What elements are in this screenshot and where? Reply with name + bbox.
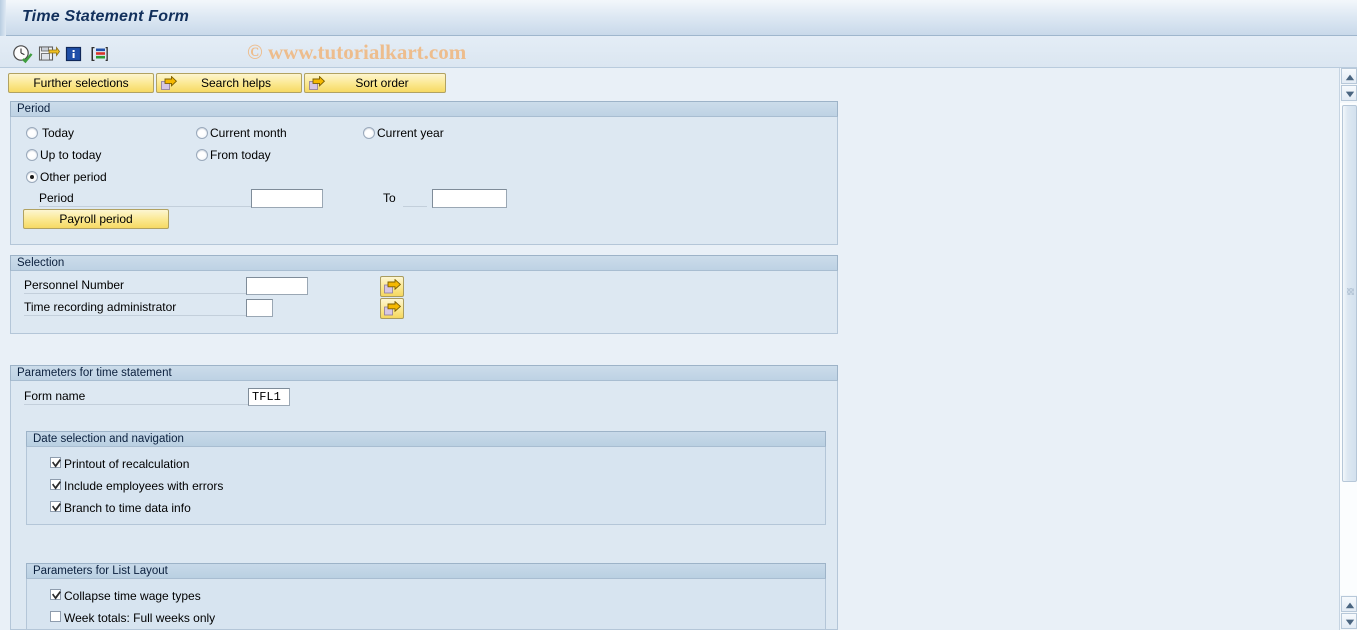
sort-order-label: Sort order — [355, 76, 409, 90]
checkbox-include-employees-with-errors[interactable] — [50, 479, 61, 490]
window-titlebar: Time Statement Form — [0, 0, 1357, 36]
period-from-input[interactable] — [251, 189, 323, 208]
checkbox-week-totals-full-weeks-only[interactable] — [50, 611, 61, 622]
checkbox-collapse-time-wage-types[interactable] — [50, 589, 61, 600]
scroll-down-bottom-button[interactable] — [1341, 613, 1357, 629]
vertical-scrollbar[interactable] — [1339, 68, 1357, 630]
period-field-label: Period — [39, 191, 251, 207]
period-to-input[interactable] — [432, 189, 507, 208]
checkbox-include-employees-with-errors-label: Include employees with errors — [64, 479, 224, 493]
scrollbar-grip-icon — [1347, 288, 1354, 295]
form-name-label: Form name — [24, 389, 256, 405]
titlebar-left-edge — [0, 0, 6, 36]
date-selection-navigation-group: Date selection and navigation Printout o… — [26, 431, 826, 525]
checkbox-printout-of-recalculation-label: Printout of recalculation — [64, 457, 190, 471]
radio-today[interactable] — [26, 127, 38, 139]
time-statement-parameters-group: Parameters for time statement Form name … — [10, 365, 838, 630]
personnel-number-multi-select-button[interactable] — [380, 276, 404, 297]
payroll-period-button[interactable]: Payroll period — [23, 209, 169, 229]
radio-up-to-today-label: Up to today — [40, 148, 102, 162]
to-field-label: To — [383, 191, 396, 205]
radio-from-today-label: From today — [210, 148, 271, 162]
checkbox-branch-to-time-data-info[interactable] — [50, 501, 61, 512]
time-statement-parameters-header: Parameters for time statement — [10, 365, 838, 381]
date-selection-navigation-header: Date selection and navigation — [26, 431, 826, 447]
vertical-scrollbar-thumb[interactable] — [1342, 105, 1357, 482]
payroll-period-label: Payroll period — [59, 212, 133, 226]
sap-gui-window: Time Statement Form © www.tutorialkart.c… — [0, 0, 1357, 630]
vertical-scrollbar-track[interactable] — [1340, 103, 1357, 595]
radio-other-period[interactable] — [26, 171, 38, 183]
radio-from-today[interactable] — [196, 149, 208, 161]
time-recording-administrator-multi-select-button[interactable] — [380, 298, 404, 319]
personnel-number-label: Personnel Number — [24, 278, 256, 294]
checkbox-collapse-time-wage-types-label: Collapse time wage types — [64, 589, 201, 603]
info-icon[interactable] — [64, 44, 86, 64]
application-toolbar — [0, 36, 1357, 68]
scroll-up-bottom-button[interactable] — [1341, 596, 1357, 612]
page-title: Time Statement Form — [22, 8, 190, 25]
arrow-right-icon — [161, 75, 178, 91]
radio-up-to-today[interactable] — [26, 149, 38, 161]
scroll-up-top-button[interactable] — [1341, 68, 1357, 84]
selection-group-header: Selection — [10, 255, 838, 271]
radio-other-period-label: Other period — [40, 170, 107, 184]
selection-action-buttons: Further selections Search helps Sort ord… — [0, 73, 1357, 98]
list-layout-parameters-group: Parameters for List Layout Collapse time… — [26, 563, 826, 630]
save-variant-icon[interactable] — [38, 44, 60, 64]
search-helps-button[interactable]: Search helps — [156, 73, 302, 93]
radio-current-year-label: Current year — [377, 126, 444, 140]
to-field-spacer — [403, 191, 427, 207]
radio-today-label: Today — [42, 126, 75, 140]
empty-right-area — [845, 98, 1339, 630]
form-name-input[interactable] — [248, 388, 290, 406]
search-helps-label: Search helps — [200, 76, 272, 90]
multi-selection-icon[interactable] — [88, 44, 110, 64]
execute-clock-icon[interactable] — [12, 44, 34, 64]
further-selections-label: Further selections — [33, 76, 129, 90]
radio-current-month[interactable] — [196, 127, 208, 139]
sort-order-button[interactable]: Sort order — [304, 73, 446, 93]
checkbox-week-totals-full-weeks-only-label: Week totals: Full weeks only — [64, 611, 216, 625]
checkbox-branch-to-time-data-info-label: Branch to time data info — [64, 501, 191, 515]
list-layout-parameters-header: Parameters for List Layout — [26, 563, 826, 579]
radio-current-month-label: Current month — [210, 126, 287, 140]
arrow-right-icon — [309, 75, 326, 91]
checkbox-printout-of-recalculation[interactable] — [50, 457, 61, 468]
further-selections-button[interactable]: Further selections — [8, 73, 154, 93]
radio-current-year[interactable] — [363, 127, 375, 139]
time-recording-administrator-label: Time recording administrator — [24, 300, 256, 316]
personnel-number-input[interactable] — [246, 277, 308, 295]
time-recording-administrator-input[interactable] — [246, 299, 273, 317]
scroll-down-top-button[interactable] — [1341, 85, 1357, 101]
period-group-header: Period — [10, 101, 838, 117]
selection-group: Selection Personnel Number Time recordin… — [10, 255, 838, 334]
period-group: Period Today Current month Current year … — [10, 101, 838, 245]
